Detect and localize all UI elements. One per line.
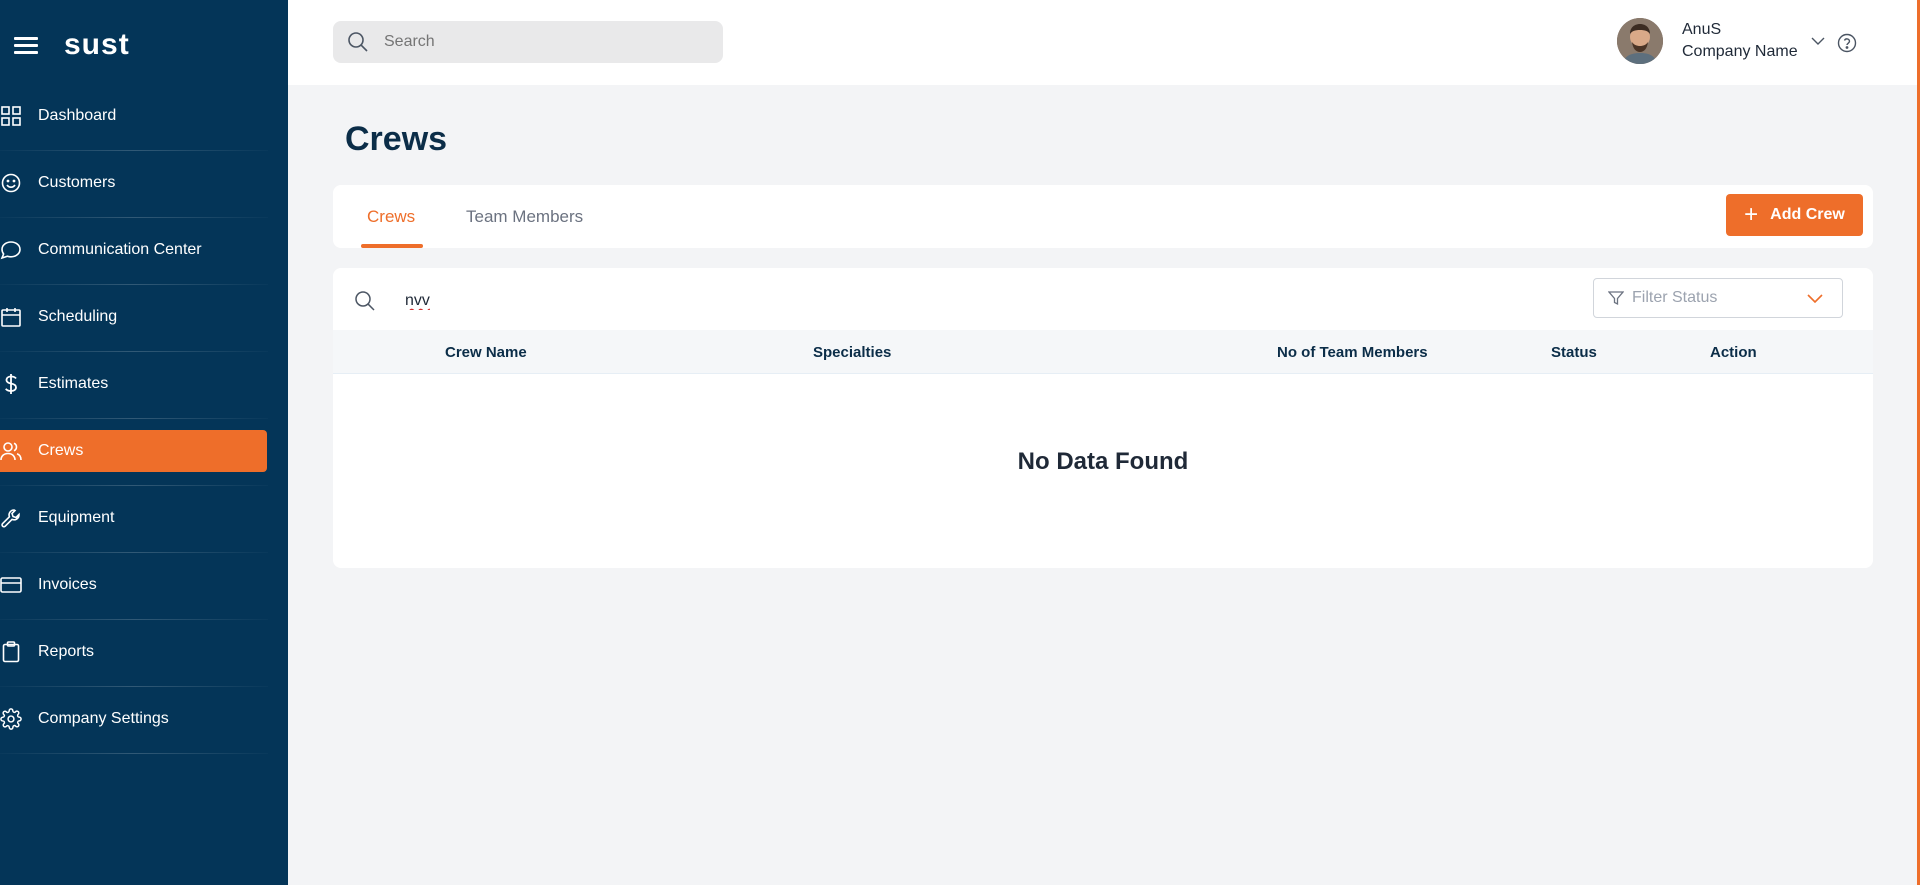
empty-state-message: No Data Found [1017,448,1189,475]
tab-label: Crews [367,206,416,226]
dollar-icon [0,373,22,395]
sidebar-item-label: Reports [38,643,95,660]
chat-bubble-icon [0,239,22,261]
filter-placeholder: Filter Status [1632,289,1718,306]
table-search[interactable] [353,288,705,314]
active-tab-indicator [361,244,423,248]
smiley-icon [0,172,22,194]
sidebar-item-label: Communication Center [38,241,202,258]
sidebar-item-label: Company Settings [38,710,169,727]
tabs-bar: Crews Team Members + Add Crew [333,185,1873,248]
crews-table-card: Filter Status Crew Name Specialties No o… [333,268,1873,568]
sidebar-item-label: Invoices [38,576,97,593]
search-icon [353,289,377,313]
top-bar: AnuS Company Name [288,0,1920,85]
page-title: Crews [345,120,448,158]
search-icon [346,30,370,54]
credit-card-icon [0,574,22,596]
sidebar-item-customers[interactable]: Customers [0,151,288,217]
tab-label: Team Members [466,206,584,226]
column-header-specialties[interactable]: Specialties [813,330,891,374]
sidebar-item-label: Crews [38,442,84,459]
sidebar-item-equipment[interactable]: Equipment [0,486,288,552]
plus-icon: + [1744,201,1759,228]
sidebar-item-scheduling[interactable]: Scheduling [0,285,288,351]
logo: sust [64,28,130,61]
sidebar-item-label: Dashboard [38,107,117,124]
sidebar-item-label: Estimates [38,375,109,392]
sidebar-item-dashboard[interactable]: Dashboard [0,84,288,150]
user-info: AnuS Company Name [1682,19,1798,63]
column-header-status[interactable]: Status [1551,330,1597,374]
sidebar-item-crews[interactable]: Crews [0,419,288,485]
sidebar-item-company-settings[interactable]: Company Settings [0,687,288,753]
company-name: Company Name [1682,43,1798,60]
column-header-crew-name[interactable]: Crew Name [445,330,527,374]
brand: sust [14,20,130,70]
sidebar-item-label: Equipment [38,509,115,526]
dashboard-icon [0,105,22,127]
tab-crews[interactable]: Crews [367,185,415,248]
search-input[interactable] [384,33,704,51]
table-search-input[interactable] [405,292,705,310]
sidebar-item-label: Scheduling [38,308,118,325]
user-menu[interactable]: AnuS Company Name [1617,18,1828,64]
help-icon[interactable] [1836,32,1858,54]
table-header: Crew Name Specialties No of Team Members… [333,330,1873,374]
gear-icon [0,708,22,730]
avatar[interactable] [1617,18,1663,64]
add-crew-label: Add Crew [1770,206,1845,223]
calendar-icon [0,306,22,328]
sidebar-item-label: Customers [38,174,116,191]
hamburger-menu-icon[interactable] [14,33,38,57]
sidebar-item-reports[interactable]: Reports [0,620,288,686]
global-search[interactable] [333,21,723,63]
sidebar-item-communication-center[interactable]: Communication Center [0,218,288,284]
chevron-down-icon [1806,289,1824,307]
sidebar-item-invoices[interactable]: Invoices [0,553,288,619]
sidebar-item-estimates[interactable]: Estimates [0,352,288,418]
column-header-team-members[interactable]: No of Team Members [1277,330,1428,374]
chevron-down-icon[interactable] [1808,31,1828,51]
wrench-icon [0,507,22,529]
filter-icon [1608,290,1624,306]
tab-team-members[interactable]: Team Members [466,185,583,248]
users-icon [0,440,22,462]
user-name: AnuS [1682,21,1722,38]
sidebar: sust Dashboard Customers Communication C… [0,0,288,885]
clipboard-icon [0,641,22,663]
divider [0,753,268,754]
column-header-action: Action [1710,343,1757,361]
filter-status-select[interactable]: Filter Status [1593,278,1843,318]
add-crew-button[interactable]: + Add Crew [1726,194,1863,236]
sidebar-nav: Dashboard Customers Communication Center [0,84,288,754]
